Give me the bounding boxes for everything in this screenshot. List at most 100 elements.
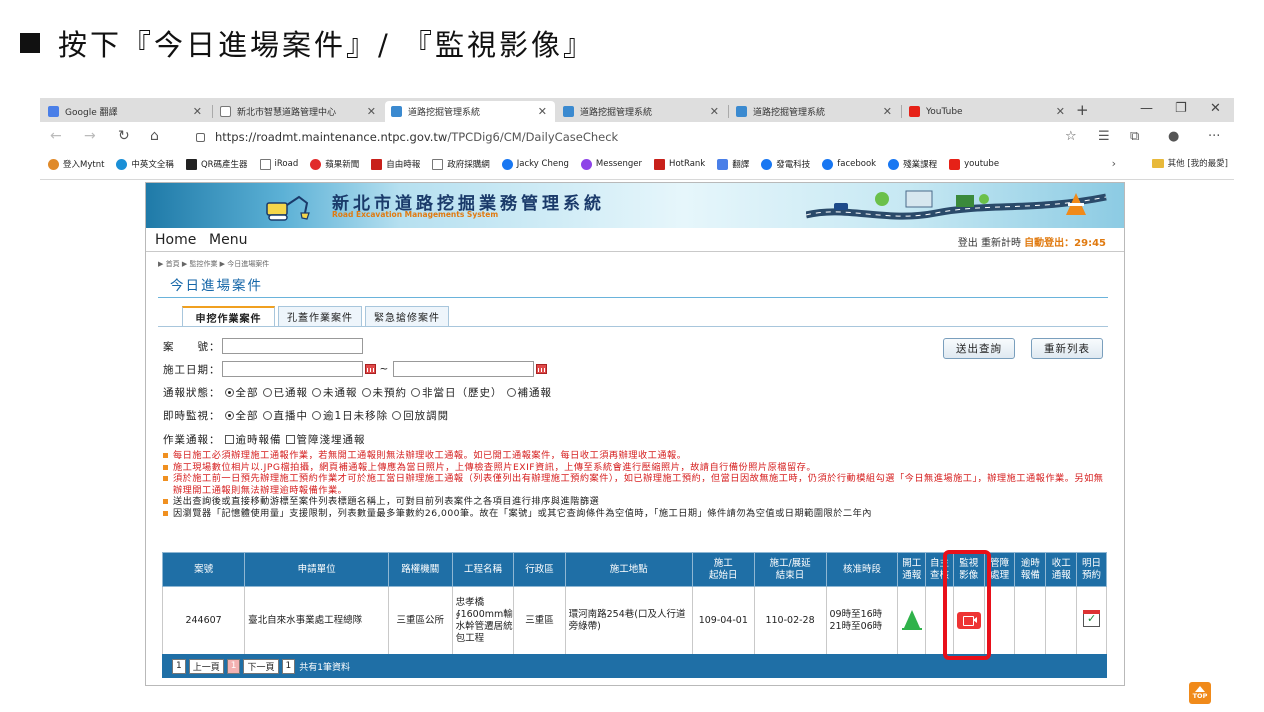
submit-query-button[interactable]: 送出查詢 [943,338,1015,359]
col-header-case-no[interactable]: 案號 [161,552,246,587]
radio-report-history[interactable] [411,388,420,397]
radio-report-unreported[interactable] [312,388,321,397]
facebook-icon [761,158,773,170]
radio-report-supplement[interactable] [506,388,516,397]
first-page-button[interactable]: 1 [172,658,186,674]
tab-emergency-cases[interactable]: 緊急搶修案件 [365,306,449,326]
close-tab-icon[interactable]: ✕ [193,105,202,118]
radio-monitor-all[interactable] [224,411,234,420]
radio-report-all[interactable] [224,388,234,397]
tab-ntpc-road-center[interactable]: 新北市智慧道路管理中心 ✕ [214,101,384,122]
bookmarks-overflow-icon[interactable]: › [1112,157,1116,170]
checkbox-overtime-report[interactable] [224,435,234,444]
tab-road-system-active[interactable]: 道路挖掘管理系統 ✕ [385,101,555,122]
url-field[interactable]: https://roadmt.maintenance.ntpc.gov.tw/T… [196,127,1076,147]
radio-report-reported[interactable] [262,388,272,397]
more-menu-icon[interactable]: ··· [1208,129,1220,144]
radio-report-unbooked[interactable] [361,388,371,397]
col-header-tomorrow[interactable]: 明日 預約 [1076,552,1107,587]
calendar-icon[interactable] [536,364,548,374]
close-tab-icon[interactable]: ✕ [1056,105,1065,118]
col-header-authority[interactable]: 路權機關 [387,552,453,587]
col-header-district[interactable]: 行政區 [513,552,566,587]
case-no-label: 案 號： [163,340,221,353]
bookmark-item[interactable]: 中英文全稱 [116,158,174,170]
refresh-icon[interactable]: ↻ [118,128,130,144]
facebook-icon [822,158,834,170]
close-tab-icon[interactable]: ✕ [883,105,892,118]
col-header-project[interactable]: 工程名稱 [451,552,515,587]
google-translate-icon [48,106,59,117]
case-no-input[interactable] [221,338,363,354]
tab-bar: Google 翻譯 ✕ 新北市智慧道路管理中心 ✕ 道路挖掘管理系統 ✕ 道路挖掘管理… [40,98,1234,122]
page-icon [220,106,231,117]
reset-list-button[interactable]: 重新列表 [1031,338,1103,359]
date-start-input[interactable] [221,361,363,377]
logout-renew-links[interactable]: 登出 重新計時 [958,238,1024,249]
start-report-cone-icon[interactable] [901,609,922,630]
radio-monitor-live[interactable] [262,411,272,420]
back-to-top-button[interactable]: TOP [1189,682,1211,704]
bookmark-item[interactable]: 翻譯 [717,158,749,170]
work-notify-row: 作業通報： 逾時報備 管障淺埋通報 [163,434,366,446]
bookmark-item[interactable]: iRoad [259,158,298,170]
current-page: 1 [226,658,241,674]
calendar-check-icon[interactable] [1083,610,1101,627]
checkbox-pipe-report[interactable] [285,435,295,444]
col-header-overtime[interactable]: 逾時 報備 [1014,552,1047,587]
prev-page-button[interactable]: 上一頁 [188,658,224,674]
maximize-icon[interactable]: ❐ [1175,101,1187,116]
radio-monitor-overdue[interactable] [312,411,321,420]
collections-icon[interactable]: ⧉ [1130,129,1139,144]
tab-manhole-cases[interactable]: 孔蓋作業案件 [278,306,362,326]
close-tab-icon[interactable]: ✕ [367,105,376,118]
bookmark-item[interactable]: 自由時報 [371,158,420,170]
close-tab-icon[interactable]: ✕ [710,105,719,118]
col-header-slot[interactable]: 核准時段 [825,552,899,587]
tab-road-system-2[interactable]: 道路挖掘管理系統 ✕ [557,101,727,122]
bookmarks-bar: 登入Mytnt 中英文全稱 QR碼產生器 iRoad 蘋果新聞 自由時報 政府採… [40,151,1234,177]
menu-home-link[interactable]: Home [155,232,196,248]
bookmark-item[interactable]: HotRank [654,158,705,170]
tab-excavation-cases[interactable]: 申挖作業案件 [182,306,275,326]
title-divider [158,297,1108,298]
col-header-start-report[interactable]: 開工 通報 [897,552,927,587]
close-window-icon[interactable]: ✕ [1210,101,1221,116]
bookmark-item[interactable]: QR碼產生器 [185,158,248,170]
bookmark-item[interactable]: 發電科技 [761,158,810,170]
last-page-button[interactable]: 1 [281,658,296,674]
date-end-input[interactable] [393,361,535,377]
col-header-end-report[interactable]: 收工 通報 [1045,552,1078,587]
next-page-button[interactable]: 下一頁 [243,658,279,674]
tab-road-system-3[interactable]: 道路挖掘管理系統 ✕ [730,101,900,122]
bookmark-item[interactable]: Jacky Cheng [501,158,569,170]
calendar-icon[interactable] [364,364,376,374]
back-icon[interactable]: ← [50,128,62,144]
favorite-star-icon[interactable]: ☆ [1065,129,1077,144]
col-header-start[interactable]: 施工 起始日 [691,552,755,587]
forward-icon[interactable]: → [84,128,96,144]
col-header-location[interactable]: 施工地點 [564,552,693,587]
menu-menu-link[interactable]: Menu [209,232,247,248]
col-header-end[interactable]: 施工/展延 結束日 [753,552,827,587]
home-icon[interactable]: ⌂ [150,128,159,144]
bookmark-item[interactable]: 登入Mytnt [48,158,104,170]
bookmark-item[interactable]: 政府採購網 [432,158,490,170]
close-tab-icon[interactable]: ✕ [538,105,547,118]
radio-monitor-playback[interactable] [392,411,402,420]
minimize-icon[interactable]: — [1140,101,1153,116]
other-bookmarks-folder[interactable]: 其他 [我的最愛] [1151,157,1228,169]
bookmark-item[interactable]: Messenger [580,158,642,170]
col-header-applicant[interactable]: 申請單位 [244,552,389,587]
tab-youtube[interactable]: YouTube ✕ [903,101,1073,122]
bookmark-item[interactable]: facebook [822,158,876,170]
new-tab-button[interactable]: + [1076,101,1089,119]
case-type-tabs: 申挖作業案件 孔蓋作業案件 緊急搶修案件 [182,306,452,326]
favorites-list-icon[interactable]: ☰ [1098,129,1110,144]
bookmark-item[interactable]: youtube [949,158,999,170]
profile-avatar-icon[interactable]: ● [1168,129,1179,144]
bookmark-item[interactable]: 殘業課程 [888,158,937,170]
road-system-icon [736,106,747,117]
tab-google-translate[interactable]: Google 翻譯 ✕ [42,101,210,122]
bookmark-item[interactable]: 蘋果新聞 [310,158,359,170]
